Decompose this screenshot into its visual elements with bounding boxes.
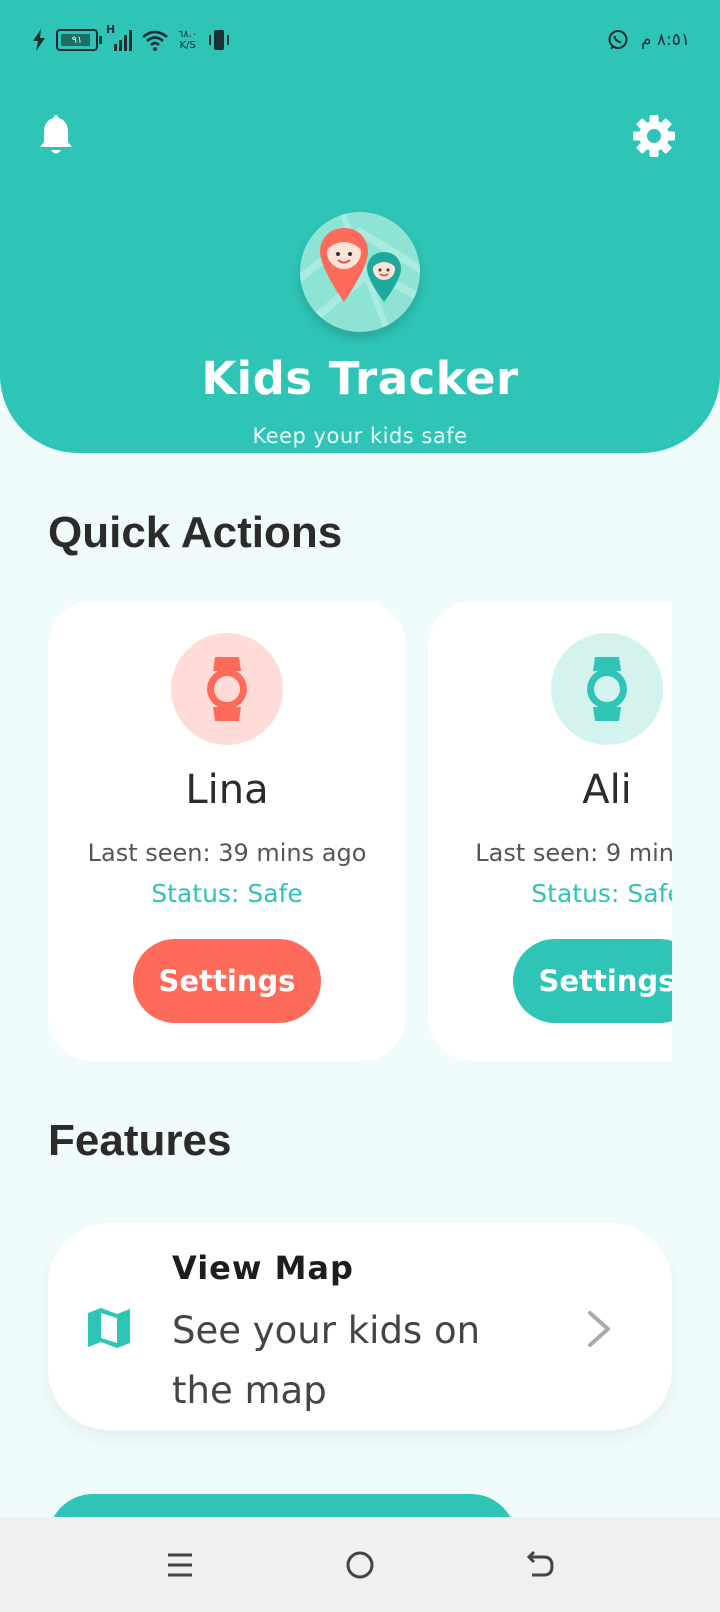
home-button[interactable] (340, 1545, 380, 1585)
feature-description: See your kids on the map (172, 1309, 481, 1412)
kid-card-lina[interactable]: Lina Last seen: 39 mins ago Status: Safe… (48, 601, 406, 1061)
whatsapp-icon (608, 30, 628, 50)
settings-button[interactable] (632, 114, 676, 158)
status-text: Status: Safe (151, 879, 303, 908)
gear-icon (633, 115, 675, 157)
notifications-button[interactable] (34, 114, 78, 158)
status-bar: ٩١ H ٦٨.٠ K/S ٨:٥١ م (0, 0, 720, 80)
status-bar-left: ٩١ H ٦٨.٠ K/S (32, 23, 231, 54)
status-text: Status: Safe (531, 879, 672, 908)
charging-icon (33, 29, 45, 51)
features-heading: Features (48, 1116, 232, 1165)
app-screen: ٩١ H ٦٨.٠ K/S ٨:٥١ م Kids Tracker Keep y… (0, 0, 720, 1612)
kids-location-icon (300, 212, 420, 332)
network-type: H (106, 23, 116, 36)
back-icon (526, 1550, 554, 1577)
watch-avatar (171, 633, 283, 745)
app-logo (300, 212, 420, 332)
quick-actions-carousel[interactable]: Lina Last seen: 39 mins ago Status: Safe… (48, 601, 672, 1061)
cell-signal-icon: H (106, 23, 132, 51)
watch-avatar (551, 633, 663, 745)
net-speed: ٦٨.٠ K/S (178, 29, 197, 51)
kid-settings-button[interactable]: Settings (513, 939, 672, 1023)
system-nav-bar (0, 1517, 720, 1612)
quick-actions-heading: Quick Actions (48, 508, 343, 557)
clock: ٨:٥١ م (640, 30, 690, 50)
recent-apps-button[interactable] (160, 1545, 200, 1585)
kid-name: Lina (185, 767, 269, 813)
watch-icon (207, 657, 247, 721)
kid-card-ali[interactable]: Ali Last seen: 9 mins ago Status: Safe S… (428, 601, 672, 1061)
bell-icon (40, 115, 72, 154)
watch-icon (587, 657, 627, 721)
app-title: Kids Tracker (201, 352, 519, 405)
home-icon (346, 1551, 374, 1579)
view-map-item[interactable]: View Map See your kids on the map (48, 1223, 672, 1430)
kid-name: Ali (582, 767, 632, 813)
chevron-right-icon (588, 1311, 610, 1347)
battery-level: ٩١ (71, 34, 83, 46)
app-subtitle: Keep your kids safe (252, 424, 468, 448)
net-speed-unit: K/S (179, 40, 196, 51)
net-speed-value: ٦٨.٠ (178, 29, 198, 40)
last-seen-text: Last seen: 39 mins ago (87, 839, 367, 867)
kid-settings-button[interactable]: Settings (133, 939, 321, 1023)
last-seen-text: Last seen: 9 mins ago (475, 839, 672, 867)
menu-icon (168, 1553, 192, 1577)
status-bar-right: ٨:٥١ م (607, 26, 690, 54)
battery-icon: ٩١ (56, 29, 102, 51)
vibrate-icon (209, 30, 230, 50)
header: ٩١ H ٦٨.٠ K/S ٨:٥١ م Kids Tracker Keep y… (0, 0, 720, 453)
back-button[interactable] (520, 1545, 560, 1585)
map-icon (88, 1308, 130, 1348)
wifi-icon (142, 30, 168, 51)
feature-title: View Map (172, 1249, 354, 1287)
